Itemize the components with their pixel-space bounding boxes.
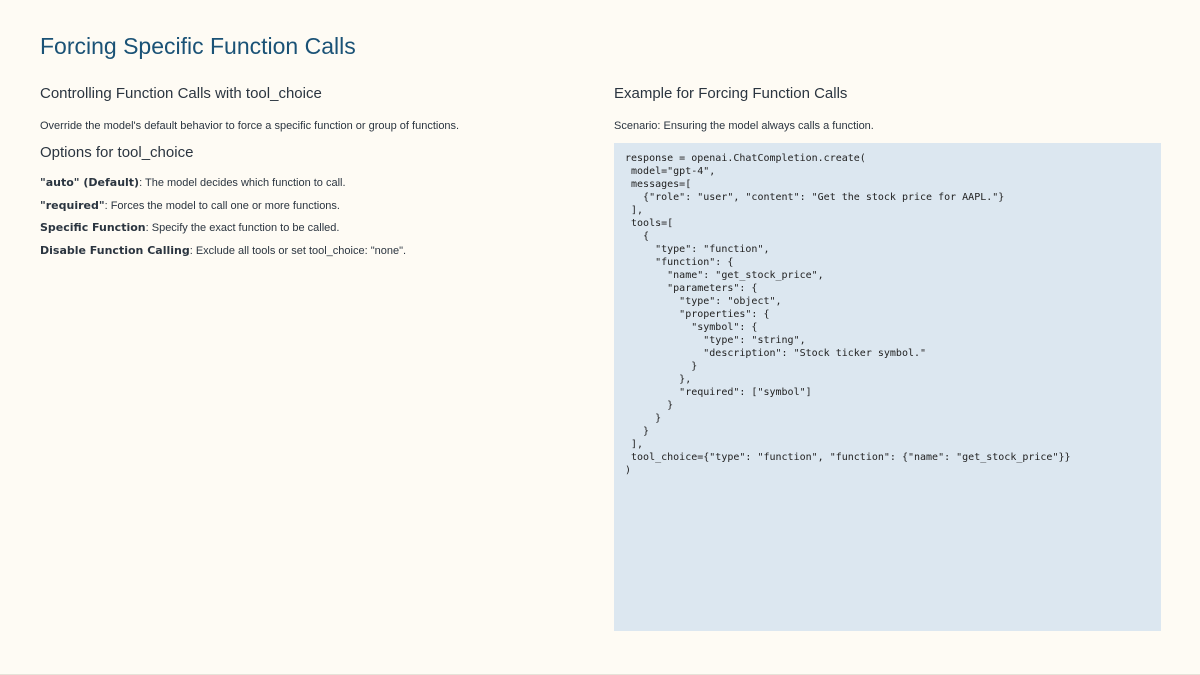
option-disable-function-calling: Disable Function Calling: Exclude all to… [40,244,580,258]
left-column: Controlling Function Calls with tool_cho… [40,85,580,266]
option-text: : Exclude all tools or set tool_choice: … [189,244,407,257]
options-heading: Options for tool_choice [40,144,194,161]
option-term: Specific Function [40,221,146,234]
section-heading-tool-choice: Controlling Function Calls with tool_cho… [40,85,322,102]
section-heading-example: Example for Forcing Function Calls [614,85,848,102]
option-text: : Specify the exact function to be calle… [145,222,340,234]
option-specific-function: Specific Function: Specify the exact fun… [40,221,580,235]
option-term: "required" [40,198,105,212]
option-term: Disable Function Calling [40,243,190,257]
option-auto: "auto" (Default): The model decides whic… [40,176,580,190]
option-text: : Forces the model to call one or more f… [104,199,340,212]
option-text: : The model decides which function to ca… [139,177,346,189]
options-list: "auto" (Default): The model decides whic… [40,176,580,258]
option-required: "required": Forces the model to call one… [40,199,580,213]
scenario-text: Scenario: Ensuring the model always call… [614,120,874,132]
description-text: Override the model's default behavior to… [40,120,460,132]
slide-title: Forcing Specific Function Calls [40,33,356,59]
code-snippet: response = openai.ChatCompletion.create(… [625,153,1071,476]
option-term: "auto" (Default) [40,176,140,189]
code-block: response = openai.ChatCompletion.create(… [614,143,1161,631]
right-column: Example for Forcing Function Calls Scena… [614,85,1162,132]
